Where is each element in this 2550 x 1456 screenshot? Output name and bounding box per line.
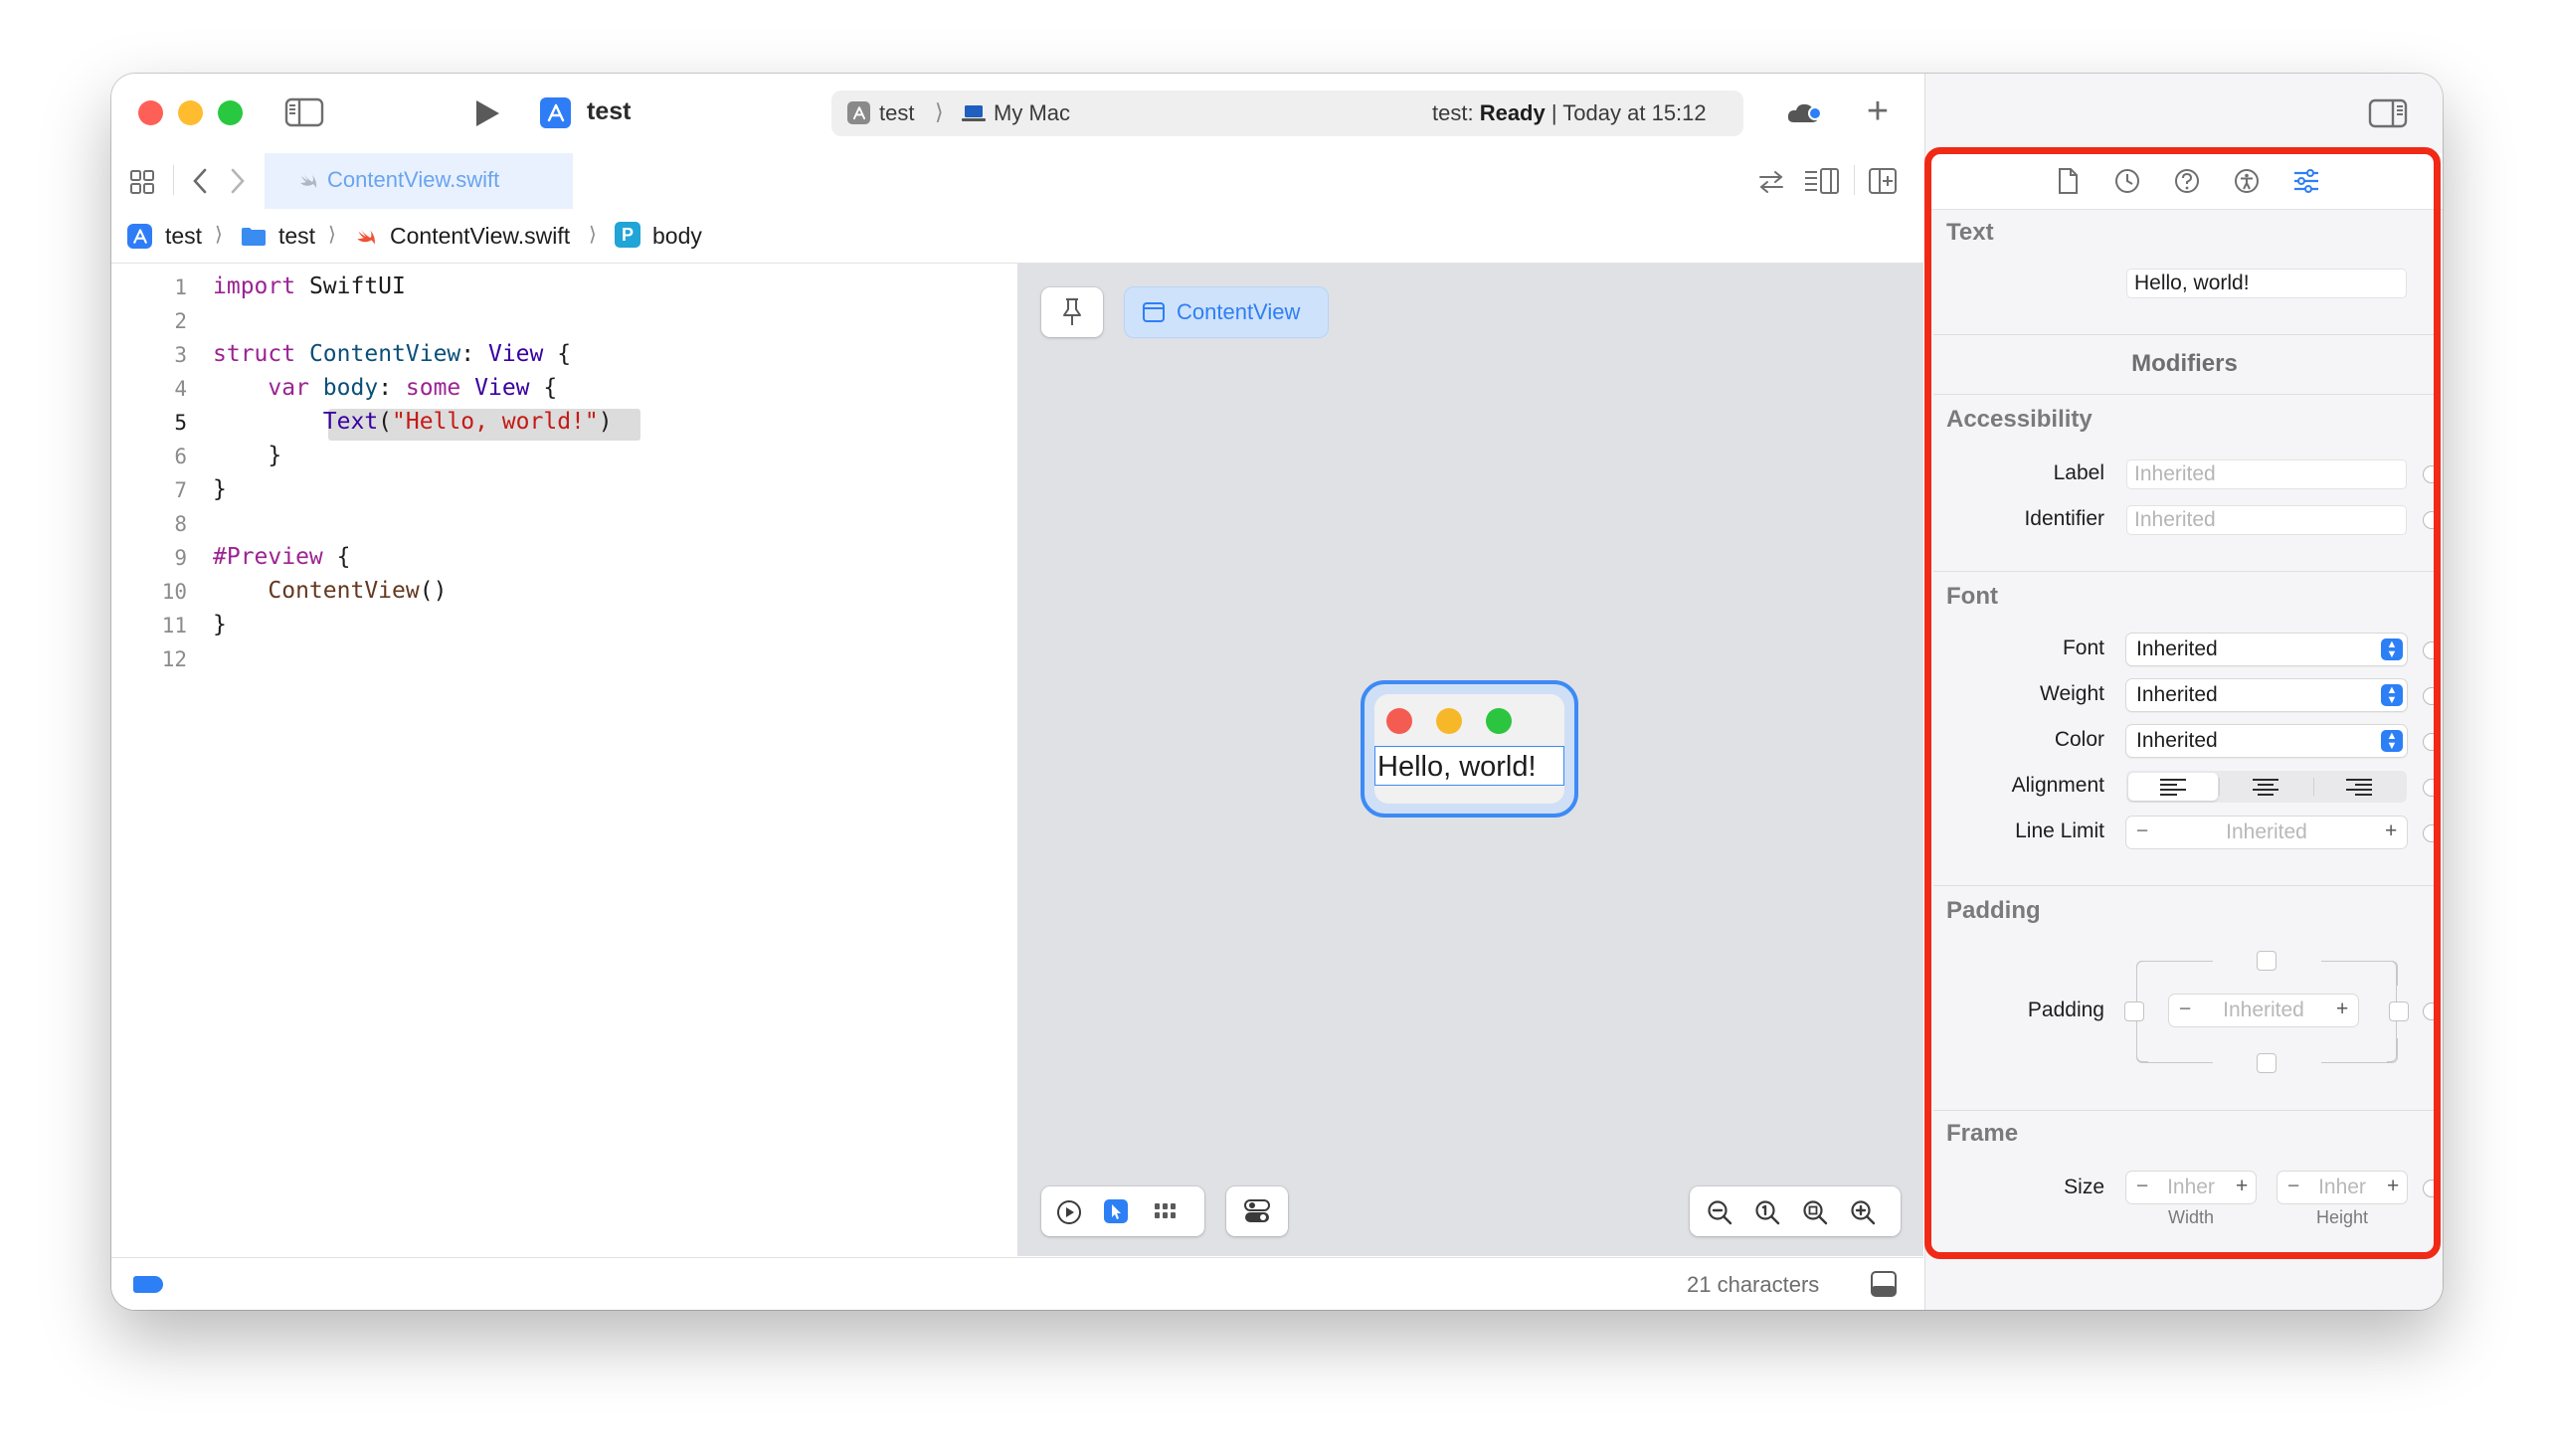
chevron-right-icon: ⟩ — [328, 224, 336, 246]
zoom-window-button[interactable] — [218, 100, 243, 125]
tab-contentview-swift[interactable]: ContentView.swift — [265, 153, 573, 209]
code-line-6: } — [213, 443, 282, 468]
scheme-target-label[interactable]: test — [879, 100, 914, 126]
zoom-controls — [1690, 1186, 1901, 1236]
swift-file-icon — [354, 224, 378, 254]
swap-arrows-icon[interactable] — [1754, 167, 1788, 197]
chevron-right-icon: ⟩ — [589, 224, 597, 246]
app-target-icon — [540, 97, 571, 128]
pin-preview-button[interactable] — [1041, 287, 1103, 337]
activity-viewer: test ⟩ My Mac test: Ready | Today at 15:… — [831, 91, 1743, 136]
debug-bar: 21 characters — [111, 1257, 1923, 1310]
folder-icon — [241, 226, 267, 253]
zoom-in-icon[interactable] — [1849, 1198, 1877, 1231]
live-mode-play-icon[interactable] — [1055, 1198, 1083, 1231]
line-number-current: 5 — [174, 411, 187, 435]
cloud-status-icon[interactable] — [1782, 95, 1826, 131]
navigator-toggle-icon[interactable] — [282, 95, 326, 129]
code-line-1: import SwiftUI — [213, 273, 406, 299]
code-line-5: Text("Hello, world!") — [322, 409, 613, 435]
preview-close-light — [1386, 708, 1412, 734]
preview-window-selection[interactable]: Hello, world! — [1361, 680, 1578, 818]
build-status: test: Ready | Today at 15:12 — [1432, 100, 1707, 126]
line-number: 1 — [174, 275, 187, 299]
code-line-10: ContentView() — [268, 578, 448, 604]
tab-label: ContentView.swift — [327, 167, 500, 192]
preview-text-selection[interactable]: Hello, world! — [1374, 746, 1564, 786]
run-destination-label[interactable]: My Mac — [994, 100, 1070, 126]
preview-window: Hello, world! — [1374, 694, 1564, 804]
variants-grid-icon[interactable] — [1153, 1200, 1179, 1227]
chevron-right-icon: ⟩ — [215, 224, 223, 246]
preview-zoom-light — [1486, 708, 1512, 734]
line-number: 2 — [174, 309, 187, 333]
jump-bar: test ⟩ test ⟩ ContentView.swift ⟩ P body — [111, 209, 1923, 264]
preview-tab-label: ContentView — [1177, 299, 1301, 324]
line-number: 8 — [174, 512, 187, 536]
status-time: | Today at 15:12 — [1550, 100, 1707, 125]
scheme-name[interactable]: test — [587, 97, 631, 126]
window-preview-icon — [1142, 301, 1166, 328]
status-state: Ready — [1479, 100, 1546, 125]
jumpbar-item-folder[interactable]: test — [278, 223, 315, 250]
line-number: 7 — [174, 478, 187, 502]
device-settings-button[interactable] — [1226, 1186, 1288, 1236]
editor-options-icon[interactable] — [1802, 165, 1842, 197]
line-number: 11 — [161, 614, 187, 637]
back-icon[interactable] — [187, 165, 213, 197]
debug-area-toggle-icon[interactable] — [1870, 1270, 1898, 1303]
add-editor-icon[interactable] — [1866, 165, 1900, 197]
zoom-actual-size-icon[interactable] — [1753, 1198, 1781, 1231]
preview-text: Hello, world! — [1377, 751, 1537, 783]
chevron-right-icon: ⟩ — [935, 99, 944, 124]
scheme-target-icon — [847, 101, 870, 124]
mac-laptop-icon — [961, 103, 987, 129]
zoom-to-fit-icon[interactable] — [1801, 1198, 1829, 1231]
property-symbol-icon: P — [615, 222, 640, 248]
tab-bar: ContentView.swift — [111, 153, 1923, 210]
preview-tab-contentview[interactable]: ContentView — [1125, 287, 1328, 337]
code-line-9: #Preview { — [213, 544, 351, 570]
jumpbar-item-project[interactable]: test — [165, 223, 202, 250]
line-number: 3 — [174, 343, 187, 367]
line-number: 12 — [161, 647, 187, 671]
preview-minimize-light — [1436, 708, 1462, 734]
jumpbar-item-symbol[interactable]: body — [652, 223, 702, 250]
line-number: 4 — [174, 377, 187, 401]
breakpoint-toggle-icon[interactable] — [133, 1276, 163, 1293]
device-settings-icon — [1244, 1199, 1270, 1222]
run-button[interactable] — [469, 95, 505, 131]
code-line-7: } — [213, 476, 227, 502]
code-line-11: } — [213, 612, 227, 637]
swift-file-icon — [297, 169, 319, 196]
character-count: 21 characters — [1687, 1272, 1820, 1297]
pin-icon — [1063, 298, 1081, 325]
code-line-3: struct ContentView: View { — [213, 341, 572, 367]
project-icon — [127, 224, 152, 249]
preview-canvas[interactable]: ContentView Hello, world! — [1017, 264, 1923, 1256]
preview-mode-controls — [1041, 1186, 1204, 1236]
jumpbar-item-file[interactable]: ContentView.swift — [390, 223, 570, 250]
source-editor[interactable]: 1 2 3 4 5 6 7 8 9 10 11 12 import SwiftU… — [111, 264, 1016, 1256]
code-line-4: var body: some View { — [268, 375, 558, 401]
forward-icon[interactable] — [225, 165, 251, 197]
inspector-toggle-icon[interactable] — [2366, 95, 2410, 131]
toolbar: test test ⟩ My Mac test: Ready | Today a… — [111, 74, 1923, 154]
add-button[interactable]: + — [1858, 91, 1898, 132]
highlight-annotation-box — [1924, 147, 2441, 1259]
minimize-window-button[interactable] — [178, 100, 203, 125]
status-project: test: — [1432, 100, 1474, 125]
line-number: 9 — [174, 546, 187, 570]
line-number: 10 — [161, 580, 187, 604]
close-window-button[interactable] — [138, 100, 163, 125]
selectable-mode-cursor-icon[interactable] — [1104, 1199, 1128, 1223]
zoom-out-icon[interactable] — [1706, 1198, 1733, 1231]
related-items-grid-icon[interactable] — [127, 167, 157, 197]
line-number: 6 — [174, 445, 187, 468]
